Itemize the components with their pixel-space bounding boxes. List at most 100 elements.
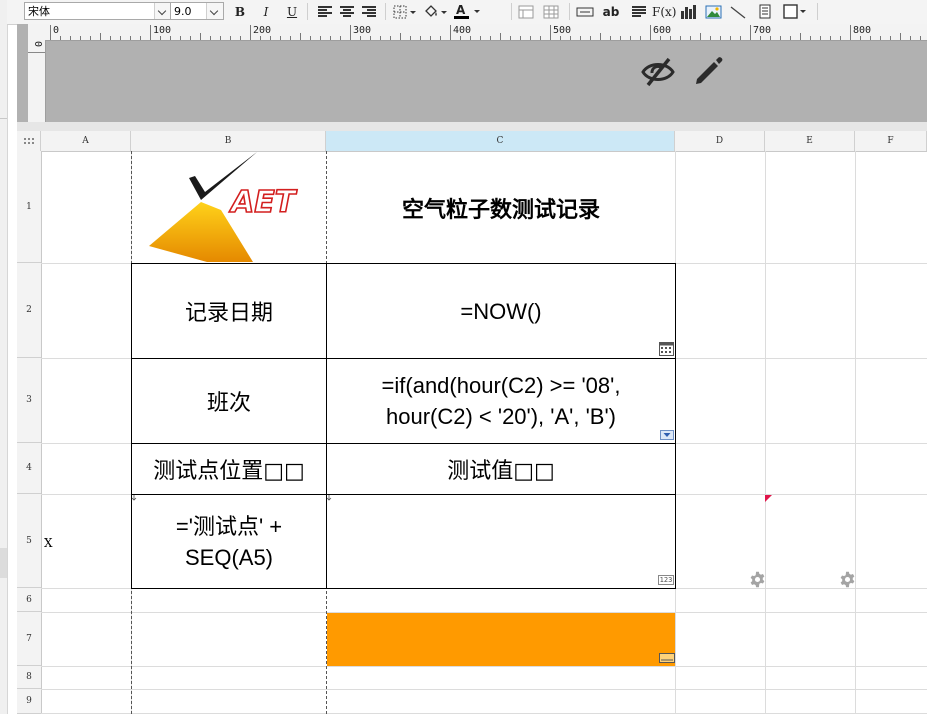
row-header-9[interactable]: 9 (17, 689, 41, 714)
expand-down-marker-icon (131, 495, 137, 501)
table-grid-icon (543, 5, 559, 18)
chevron-down-icon[interactable] (154, 3, 171, 19)
row-header-6[interactable]: 6 (17, 588, 41, 612)
text-color-icon: A (454, 3, 480, 19)
align-right-icon (362, 6, 376, 17)
row-header-7[interactable]: 7 (17, 612, 41, 666)
row-header-8[interactable]: 8 (17, 666, 41, 689)
ruler-tick-label: 500 (553, 25, 572, 36)
expand-down-marker-icon (326, 495, 332, 501)
row-header-3[interactable]: 3 (17, 358, 41, 443)
aet-logo: AET (149, 152, 299, 262)
row-header-2[interactable]: 2 (17, 263, 41, 358)
fill-color-button[interactable] (423, 2, 449, 21)
gear-icon[interactable] (839, 571, 856, 588)
column-header-b[interactable]: B (131, 131, 326, 151)
row-header-bar: 123456789 (17, 151, 42, 714)
horizontal-ruler: 0 100 200 300 400 500 600 700 800 (28, 24, 927, 41)
calendar-icon[interactable] (659, 342, 674, 356)
text-color-button[interactable]: A (453, 2, 483, 21)
point-location-formula[interactable]: ='测试点' + SEQ(A5) (131, 494, 327, 589)
shift-formula-line2: hour(C2) < '20'), 'A', 'B') (385, 404, 616, 429)
paragraph-icon (632, 6, 646, 17)
align-center-icon (340, 6, 354, 17)
border-outline-icon (783, 4, 806, 19)
insert-textbox-button[interactable] (576, 2, 594, 21)
column-header-a[interactable]: A (41, 131, 131, 151)
bar-chart-icon (681, 4, 696, 19)
row-header-1[interactable]: 1 (17, 151, 41, 263)
ruler-tick-label: 300 (353, 25, 372, 36)
paint-bucket-icon (425, 4, 447, 17)
column-header-e[interactable]: E (765, 131, 855, 151)
aet-logo-text: AET (229, 185, 298, 220)
document-icon (759, 4, 771, 19)
insert-image-button[interactable] (704, 2, 722, 21)
numeric-type-badge[interactable]: 123 (658, 575, 674, 585)
row-header-5[interactable]: 5 (17, 494, 41, 588)
chevron-down-icon[interactable] (206, 3, 223, 19)
ruler-tick-label: 0 (53, 25, 60, 36)
test-value-cell[interactable] (326, 494, 676, 589)
insert-barcode-button[interactable] (756, 2, 774, 21)
split-cells-button[interactable] (542, 2, 560, 21)
eye-off-icon[interactable] (640, 56, 676, 88)
formatting-toolbar: 宋体 9.0 B I U A ab F(x) (7, 0, 927, 25)
ruler-tick-label: 400 (453, 25, 472, 36)
formula-button[interactable]: F(x) (652, 2, 676, 21)
shift-formula[interactable]: =if(and(hour(C2) >= '08', hour(C2) < '20… (326, 358, 676, 444)
ruler-tick-label: 800 (853, 25, 872, 36)
font-name-select[interactable]: 宋体 (24, 2, 172, 20)
italic-button[interactable]: I (257, 2, 275, 21)
ruler-tick-label: 200 (253, 25, 272, 36)
shift-label[interactable]: 班次 (131, 358, 327, 444)
dropdown-marker-icon[interactable] (660, 430, 674, 440)
pencil-icon[interactable] (692, 55, 724, 87)
vertical-ruler-zero: 0 (32, 41, 43, 48)
column-header-f[interactable]: F (855, 131, 927, 151)
image-icon (705, 5, 721, 18)
font-name-value: 宋体 (28, 5, 50, 18)
bold-button[interactable]: B (231, 2, 249, 21)
insert-label-button[interactable]: ab (602, 2, 620, 21)
sheet-gap (17, 122, 927, 131)
column-header-c[interactable]: C (326, 131, 675, 151)
point-formula-line2: SEQ(A5) (184, 544, 274, 570)
column-header-bar: ABCDEF (17, 131, 927, 152)
border-grid-icon (393, 5, 416, 18)
comment-indicator-icon[interactable] (765, 495, 773, 503)
underline-button[interactable]: U (283, 2, 301, 21)
gear-icon[interactable] (749, 571, 766, 588)
ruler-tick-label: 600 (653, 25, 672, 36)
select-all-corner[interactable] (17, 131, 41, 151)
ruler-tick-label: 100 (153, 25, 172, 36)
font-size-value: 9.0 (174, 5, 192, 18)
column-header-d[interactable]: D (675, 131, 765, 151)
row-header-4[interactable]: 4 (17, 443, 41, 494)
align-left-button[interactable] (316, 2, 334, 21)
vertical-ruler: 0 (28, 40, 46, 122)
align-left-icon (318, 6, 332, 17)
point-location-header[interactable]: 测试点位置□□ (131, 443, 327, 495)
textbox-marker-icon[interactable] (659, 653, 675, 663)
insert-text-button[interactable] (630, 2, 648, 21)
font-size-select[interactable]: 9.0 (170, 2, 224, 20)
insert-chart-button[interactable] (679, 2, 697, 21)
align-center-button[interactable] (338, 2, 356, 21)
cell-a5-value[interactable]: X (44, 536, 53, 550)
cell-c7-orange[interactable] (327, 613, 675, 666)
left-edge-strip (0, 0, 8, 714)
test-value-header[interactable]: 测试值□□ (326, 443, 676, 495)
insert-line-button[interactable] (729, 2, 747, 21)
merge-cells-button[interactable] (517, 2, 535, 21)
record-date-formula[interactable]: =NOW() (326, 263, 676, 359)
svg-text:A: A (456, 3, 466, 17)
align-right-button[interactable] (360, 2, 378, 21)
record-date-label[interactable]: 记录日期 (131, 263, 327, 359)
diagonal-line-icon (730, 5, 746, 19)
report-title[interactable]: 空气粒子数测试记录 (327, 152, 675, 263)
ruler-tick-label: 700 (753, 25, 772, 36)
border-button[interactable] (393, 2, 417, 21)
border-style-button[interactable] (783, 2, 807, 21)
shift-formula-line1: =if(and(hour(C2) >= '08', (381, 373, 621, 398)
